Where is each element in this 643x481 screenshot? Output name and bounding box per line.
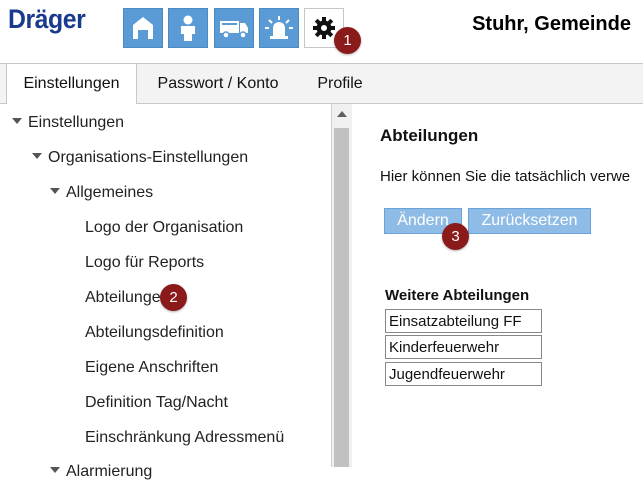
tree-item-eigene-anschriften[interactable]: Eigene Anschriften [85,359,218,377]
reset-button[interactable]: Zurücksetzen [468,208,591,234]
tree-node-einstellungen[interactable]: Einstellungen [12,114,124,132]
table-row[interactable]: Kinderfeuerwehr [385,335,542,359]
content-panel: Abteilungen Hier können Sie die tatsächl… [353,104,643,467]
caret-down-icon [12,117,22,124]
alarm-light-icon [265,16,293,39]
nav-persons-button[interactable] [168,8,208,48]
tree-node-organisations-einstellungen[interactable]: Organisations-Einstellungen [32,149,248,167]
tree-item-einschraenkung-adressmenue[interactable]: Einschränkung Adressmenü [85,429,284,447]
tab-profile[interactable]: Profile [302,64,378,104]
organization-title: Stuhr, Gemeinde [472,13,631,35]
draeger-logo[interactable]: Dräger [8,4,86,35]
page-description: Hier können Sie die tatsächlich verwe [380,168,631,185]
tab-einstellungen[interactable]: Einstellungen [6,63,137,104]
page-title: Abteilungen [380,126,479,145]
step-badge-3: 3 [442,223,469,250]
tree-scrollbar[interactable] [331,104,352,467]
header: Dräger Stuhr, Gemeinde [0,0,643,62]
table-row[interactable]: Jugendfeuerwehr [385,362,542,386]
caret-down-icon [50,466,60,473]
table-row[interactable]: Einsatzabteilung FF [385,309,542,333]
tree-item-logo-organisation[interactable]: Logo der Organisation [85,219,243,237]
tab-passwort-konto[interactable]: Passwort / Konto [143,64,293,104]
tab-bar: Einstellungen Passwort / Konto Profile [0,63,643,104]
tree-item-abteilungsdefinition[interactable]: Abteilungsdefinition [85,324,224,342]
tree-item-logo-reports[interactable]: Logo für Reports [85,254,204,272]
tree-node-allgemeines[interactable]: Allgemeines [50,184,153,202]
home-icon [133,17,153,39]
gear-icon [313,17,335,39]
nav-home-button[interactable] [123,8,163,48]
table-header: Weitere Abteilungen [385,287,530,304]
tree-item-definition-tag-nacht[interactable]: Definition Tag/Nacht [85,394,228,412]
caret-down-icon [32,152,42,159]
nav-vehicles-button[interactable] [214,8,254,48]
tree-node-alarmierung[interactable]: Alarmierung [50,463,152,481]
scrollbar-thumb[interactable] [334,128,349,467]
nav-alarm-button[interactable] [259,8,299,48]
person-icon [181,15,195,41]
scroll-up-arrow-icon[interactable] [337,111,347,117]
step-badge-2: 2 [160,284,187,311]
caret-down-icon [50,187,60,194]
tree-item-abteilungen[interactable]: Abteilungen [85,289,170,307]
step-badge-1: 1 [334,27,361,54]
truck-icon [220,21,248,39]
